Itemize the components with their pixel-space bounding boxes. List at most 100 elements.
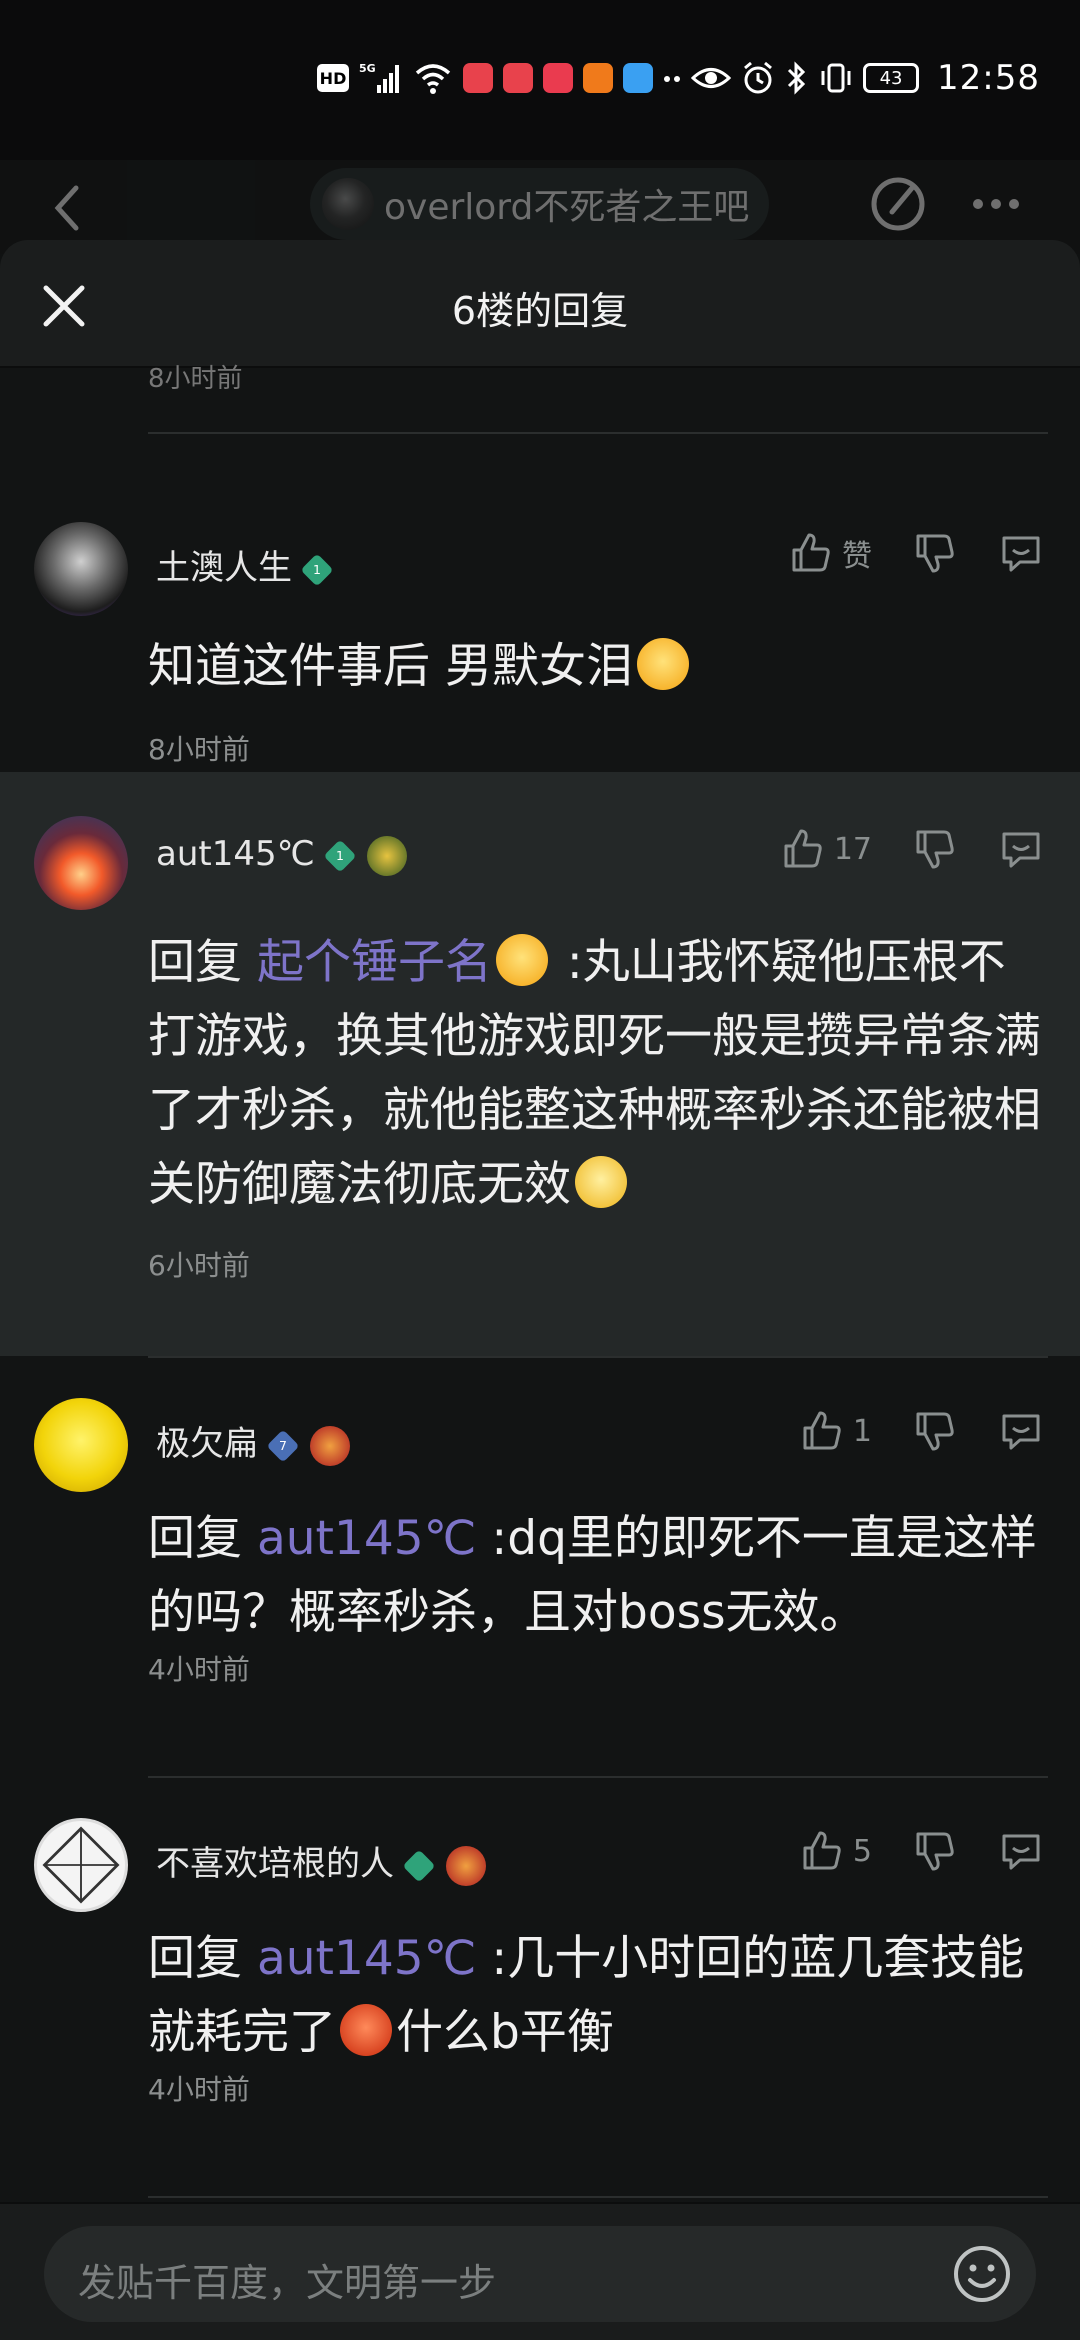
comment-item-highlighted: aut145℃ 1 17 回复 起个锤子名 :丸山我怀疑他压根不打游戏，换其他游戏… <box>0 772 1080 1356</box>
dislike-button[interactable] <box>912 1828 958 1874</box>
thumbs-down-icon <box>916 830 954 869</box>
comment-actions: 5 <box>759 1828 1044 1874</box>
sheet-title: 6楼的回复 <box>451 289 629 333</box>
comment-icon <box>1002 832 1040 868</box>
mention-link[interactable]: 起个锤子名 <box>257 935 492 990</box>
book-app-icon <box>463 63 494 93</box>
username[interactable]: 不喜欢培根的人 <box>156 1844 394 1884</box>
like-button[interactable]: 5 <box>799 1828 872 1874</box>
game-badge <box>310 1425 350 1466</box>
comment-item: 极欠扁 7 1 回复 aut145℃ :dq里的即死不一直是这样的吗？概率秒杀，且… <box>0 1358 1080 1686</box>
dislike-button[interactable] <box>912 530 958 576</box>
status-icons: HD 5G 43 12:58 <box>317 56 1040 100</box>
taobao-app-icon <box>583 63 614 93</box>
comment-text: 知道这件事后 男默女泪 <box>148 630 1048 704</box>
forum-pill[interactable]: overlord不死者之王吧 <box>310 168 770 240</box>
tongue-emoji <box>340 2004 392 2056</box>
clock: 12:58 <box>937 58 1040 98</box>
mention-link[interactable]: aut145℃ <box>257 1931 477 1986</box>
sheet-header: 6楼的回复 <box>0 240 1080 368</box>
forum-name: overlord不死者之王吧 <box>384 187 750 228</box>
comment-text: 回复 起个锤子名 :丸山我怀疑他压根不打游戏，换其他游戏即死一般是攒异常条满了才… <box>148 926 1048 1222</box>
huawei-app-icon <box>543 63 574 93</box>
avatar[interactable] <box>34 522 128 616</box>
comment-user[interactable]: aut145℃ 1 <box>156 834 407 876</box>
comment-time: 8小时前 <box>148 733 250 766</box>
avatar[interactable] <box>34 1818 128 1912</box>
reply-sheet: 6楼的回复 8小时前 土澳人生 1 赞 知道这件事后 男默女泪 8小时前 aut… <box>0 240 1080 2340</box>
like-count: 1 <box>852 1413 872 1449</box>
battery-icon: 43 <box>863 63 920 93</box>
comment-time: 4小时前 <box>148 2073 250 2106</box>
comment-text: 回复 aut145℃ :几十小时回的蓝几套技能就耗完了 什么b平衡 <box>148 1922 1048 2070</box>
like-count: 5 <box>852 1833 872 1869</box>
cell-signal-icon: 5G <box>359 61 403 95</box>
smirk-emoji <box>575 1156 627 1208</box>
eye-icon <box>691 61 732 95</box>
thumbs-down-icon <box>916 1412 954 1451</box>
comment-text: 回复 aut145℃ :dq里的即死不一直是这样的吗？概率秒杀，且对boss无效… <box>148 1502 1048 1650</box>
bluetooth-icon <box>785 61 809 95</box>
username[interactable]: aut145℃ <box>156 834 315 874</box>
comment-user[interactable]: 极欠扁 7 <box>156 1416 350 1466</box>
wifi-icon <box>413 61 453 95</box>
dislike-button[interactable] <box>912 826 958 872</box>
grin-emoji <box>495 934 548 986</box>
comment-item: 不喜欢培根的人 5 回复 aut145℃ :几十小时回的蓝几套技能就耗完了 什么b… <box>0 1778 1080 2198</box>
reply-button[interactable] <box>998 1828 1044 1874</box>
comment-icon <box>1002 1414 1040 1450</box>
comment-content-tail: 什么b平衡 <box>396 2005 614 2060</box>
level-badge: 1 <box>300 552 334 587</box>
status-bar: HD 5G 43 12:58 <box>0 0 1080 160</box>
comment-actions: 17 <box>740 826 1044 872</box>
emoji-picker-icon[interactable] <box>950 2242 1014 2306</box>
comment-time: 6小时前 <box>148 1249 250 1282</box>
like-button[interactable]: 1 <box>799 1408 872 1454</box>
avatar[interactable] <box>34 816 128 910</box>
comment-user[interactable]: 土澳人生 1 <box>156 540 334 589</box>
more-notifications-icon <box>663 61 681 95</box>
hd-icon: HD <box>317 64 350 92</box>
dislike-button[interactable] <box>912 1408 958 1454</box>
edit-icon[interactable] <box>866 172 930 236</box>
level-badge <box>402 1848 436 1883</box>
game-badge <box>446 1845 486 1886</box>
back-icon[interactable] <box>40 178 100 238</box>
comment-actions: 赞 <box>748 530 1044 576</box>
compose-bar: 发贴千百度，文明第一步 <box>0 2202 1080 2340</box>
reply-prefix: 回复 <box>148 935 242 990</box>
username[interactable]: 极欠扁 <box>156 1424 258 1464</box>
thumbs-up-icon <box>803 1831 841 1870</box>
reply-input[interactable]: 发贴千百度，文明第一步 <box>44 2226 1036 2322</box>
previous-comment-time: 8小时前 <box>148 364 243 394</box>
screen: HD 5G 43 12:58 overlord不死者之王吧 6楼的回复 8小时前… <box>0 0 1080 2340</box>
mention-link[interactable]: aut145℃ <box>257 1511 477 1566</box>
level-badge: 7 <box>266 1428 300 1463</box>
like-count: 17 <box>833 831 872 867</box>
comment-icon <box>1002 1834 1040 1870</box>
more-icon[interactable] <box>964 172 1028 236</box>
alarm-icon <box>741 61 775 95</box>
reply-button[interactable] <box>998 826 1044 872</box>
vibrate-icon <box>819 61 853 95</box>
level-number: 1 <box>313 561 321 577</box>
thumbs-down-icon <box>916 534 954 573</box>
avatar[interactable] <box>34 1398 128 1492</box>
comment-content: 知道这件事后 男默女泪 <box>148 639 633 694</box>
level-number: 1 <box>335 847 344 863</box>
shopping-app-icon <box>503 63 534 93</box>
reply-button[interactable] <box>998 1408 1044 1454</box>
comment-user[interactable]: 不喜欢培根的人 <box>156 1836 486 1886</box>
forum-avatar <box>322 178 374 230</box>
laugh-emoji <box>636 638 689 690</box>
divider <box>148 2196 1048 2198</box>
reply-prefix: 回复 <box>148 1511 242 1566</box>
like-button[interactable]: 17 <box>780 826 872 872</box>
thumbs-up-icon <box>803 1411 841 1450</box>
reply-button[interactable] <box>998 530 1044 576</box>
logo-avatar-icon <box>42 1826 120 1904</box>
like-button[interactable]: 赞 <box>788 530 872 576</box>
cloud-app-icon <box>623 63 654 93</box>
username[interactable]: 土澳人生 <box>156 548 292 588</box>
reply-input-placeholder: 发贴千百度，文明第一步 <box>78 2261 497 2305</box>
